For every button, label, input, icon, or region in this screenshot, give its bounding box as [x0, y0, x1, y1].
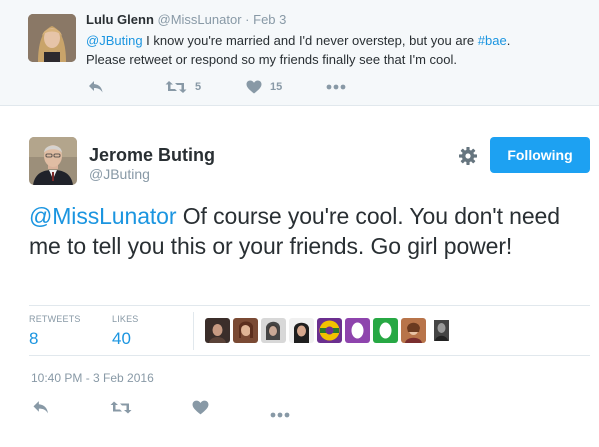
- more-button[interactable]: [326, 78, 346, 96]
- like-count: 15: [270, 81, 283, 93]
- retweets-stat[interactable]: RETWEETS 8: [29, 314, 81, 349]
- like-icon: [246, 80, 262, 94]
- gear-icon: [459, 147, 477, 165]
- parent-tweet-text: @JButing I know you're married and I'd n…: [86, 31, 576, 69]
- reply-icon: [89, 81, 103, 93]
- parent-tweet-actions: 5 15: [86, 78, 386, 96]
- parent-author-name[interactable]: Lulu Glenn: [86, 12, 154, 27]
- reply-icon: [33, 401, 48, 414]
- mention-link[interactable]: @JButing: [86, 33, 143, 48]
- tweet-text-part: .: [506, 33, 511, 48]
- author-handle[interactable]: @JButing: [89, 166, 150, 182]
- retweet-count: 5: [195, 81, 202, 93]
- header-separator: ·: [245, 12, 250, 27]
- retweet-button[interactable]: 5: [165, 78, 201, 96]
- parent-tweet-date[interactable]: Feb 3: [253, 12, 286, 27]
- reply-button[interactable]: [88, 78, 104, 96]
- parent-tweet-avatar[interactable]: [28, 14, 76, 62]
- liker-avatar[interactable]: [401, 318, 426, 343]
- like-button[interactable]: 15: [246, 78, 282, 96]
- likes-value: 40: [112, 329, 131, 348]
- following-button[interactable]: Following: [490, 137, 590, 173]
- liker-avatar[interactable]: [233, 318, 258, 343]
- liker-avatar[interactable]: [345, 318, 370, 343]
- liker-avatar[interactable]: [317, 318, 342, 343]
- retweets-value: 8: [29, 329, 39, 348]
- more-button[interactable]: [270, 405, 290, 423]
- tweet-actions: [29, 400, 329, 418]
- mention-link[interactable]: @MissLunator: [29, 203, 177, 229]
- parent-tweet-header: Lulu Glenn @MissLunator · Feb 3: [86, 12, 286, 27]
- liker-avatar[interactable]: [205, 318, 230, 343]
- like-icon: [192, 400, 209, 415]
- reply-button[interactable]: [32, 400, 50, 420]
- retweet-button[interactable]: [110, 400, 132, 420]
- parent-tweet[interactable]: Lulu Glenn @MissLunator · Feb 3 @JButing…: [0, 0, 599, 106]
- liker-avatar[interactable]: [261, 318, 286, 343]
- likes-stat[interactable]: LIKES 40: [112, 314, 139, 349]
- retweet-icon: [110, 401, 132, 414]
- tweet-stats: RETWEETS 8 LIKES 40: [29, 305, 590, 356]
- liker-avatar[interactable]: [429, 318, 454, 343]
- more-icon: [326, 84, 346, 90]
- tweet-timestamp[interactable]: 10:40 PM - 3 Feb 2016: [31, 371, 154, 385]
- author-avatar[interactable]: [29, 137, 77, 185]
- stats-divider: [193, 312, 194, 350]
- tweet-text-part: I know you're married and I'd never over…: [142, 33, 478, 48]
- tweet-text: @MissLunator Of course you're cool. You …: [29, 201, 594, 261]
- more-icon: [270, 412, 290, 418]
- liker-avatar[interactable]: [289, 318, 314, 343]
- hashtag-link[interactable]: #bae: [478, 33, 507, 48]
- liker-avatar[interactable]: [373, 318, 398, 343]
- author-name[interactable]: Jerome Buting: [89, 145, 215, 166]
- likes-label: LIKES: [112, 314, 139, 324]
- retweets-label: RETWEETS: [29, 314, 81, 324]
- tweet-text-line: Please retweet or respond so my friends …: [86, 52, 457, 67]
- user-actions-button[interactable]: [458, 146, 478, 166]
- retweet-icon: [165, 81, 187, 93]
- liker-avatars: [205, 318, 454, 344]
- parent-author-handle[interactable]: @MissLunator: [158, 12, 242, 27]
- like-button[interactable]: [192, 400, 209, 420]
